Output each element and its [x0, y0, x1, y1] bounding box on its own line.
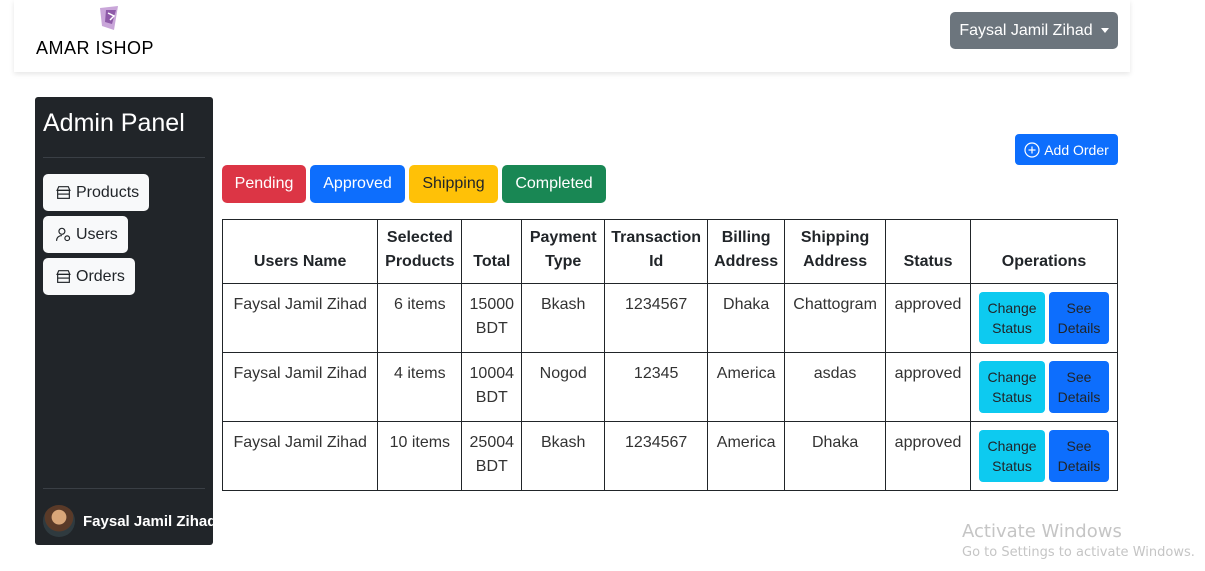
cell-operations: Change Status See Details	[970, 421, 1118, 491]
user-gear-icon	[56, 227, 71, 242]
column-header: Status	[885, 219, 971, 284]
column-header: Users Name	[221, 219, 379, 284]
cell-transaction: 12345	[604, 352, 709, 422]
see-details-button[interactable]: See Details	[1049, 430, 1109, 482]
cell-products: 10 items	[377, 421, 463, 491]
filter-approved-button[interactable]: Approved	[310, 165, 405, 203]
cell-payment: Nogod	[521, 352, 606, 422]
brand[interactable]: AMAR ISHOP	[36, 4, 156, 64]
column-header: Shipping Address	[784, 219, 887, 284]
cell-billing: America	[707, 352, 786, 422]
column-header: Payment Type	[521, 219, 606, 284]
cell-shipping: Dhaka	[784, 421, 887, 491]
column-header: Selected Products	[377, 219, 463, 284]
sidebar-divider	[43, 488, 205, 489]
cell-total: 10004 BDT	[461, 352, 523, 422]
activate-windows-watermark: Activate Windows Go to Settings to activ…	[962, 521, 1195, 560]
cell-payment: Bkash	[521, 421, 606, 491]
store-icon	[56, 270, 71, 283]
column-header: Billing Address	[707, 219, 786, 284]
sidebar-user-profile[interactable]: Faysal Jamil Zihad	[43, 505, 213, 537]
change-status-button[interactable]: Change Status	[979, 292, 1045, 344]
plus-circle-icon	[1024, 141, 1040, 158]
watermark-subtitle: Go to Settings to activate Windows.	[962, 545, 1195, 560]
cell-status: approved	[885, 421, 971, 491]
column-header: Operations	[970, 219, 1118, 284]
cell-operations: Change Status See Details	[970, 283, 1118, 353]
watermark-title: Activate Windows	[962, 521, 1122, 542]
sidebar-item-products[interactable]: Products	[43, 174, 150, 211]
see-details-button[interactable]: See Details	[1049, 361, 1109, 413]
cell-products: 4 items	[377, 352, 463, 422]
cell-user: Faysal Jamil Zihad	[221, 421, 379, 491]
user-dropdown-label: Faysal Jamil Zihad	[959, 21, 1093, 39]
sidebar-item-orders[interactable]: Orders	[43, 258, 135, 295]
column-header: Total	[461, 219, 523, 284]
cell-total: 25004 BDT	[461, 421, 523, 491]
column-header: Transaction Id	[604, 219, 709, 284]
brand-name: AMAR ISHOP	[36, 38, 155, 58]
table-row: Faysal Jamil Zihad 4 items 10004 BDT Nog…	[221, 352, 1118, 422]
cell-user: Faysal Jamil Zihad	[221, 283, 379, 353]
cell-status: approved	[885, 352, 971, 422]
admin-sidebar: Admin Panel Products Users Orders Faysal…	[35, 97, 213, 545]
sidebar-title: Admin Panel	[43, 109, 185, 137]
cell-payment: Bkash	[521, 283, 606, 353]
cell-billing: America	[707, 421, 786, 491]
avatar	[43, 505, 75, 537]
table-row: Faysal Jamil Zihad 6 items 15000 BDT Bka…	[221, 283, 1118, 353]
filter-pending-button[interactable]: Pending	[222, 165, 306, 203]
cell-products: 6 items	[377, 283, 463, 353]
cell-transaction: 1234567	[604, 421, 709, 491]
orders-table: Users Name Selected Products Total Payme…	[221, 219, 1118, 491]
sidebar-item-label: Users	[76, 225, 118, 243]
filter-shipping-button[interactable]: Shipping	[409, 165, 498, 203]
change-status-button[interactable]: Change Status	[979, 430, 1045, 482]
filter-label: Approved	[323, 175, 392, 192]
cell-user: Faysal Jamil Zihad	[221, 352, 379, 422]
cell-status: approved	[885, 283, 971, 353]
cell-billing: Dhaka	[707, 283, 786, 353]
cell-shipping: asdas	[784, 352, 887, 422]
cell-shipping: Chattogram	[784, 283, 887, 353]
user-dropdown-button[interactable]: Faysal Jamil Zihad	[950, 12, 1118, 49]
sidebar-divider	[43, 157, 205, 158]
change-status-button[interactable]: Change Status	[979, 361, 1045, 413]
filter-completed-button[interactable]: Completed	[502, 165, 606, 203]
top-navbar: AMAR ISHOP Faysal Jamil Zihad	[14, 0, 1130, 72]
see-details-button[interactable]: See Details	[1049, 292, 1109, 344]
table-header-row: Users Name Selected Products Total Payme…	[221, 219, 1118, 284]
caret-down-icon	[1100, 28, 1109, 33]
sidebar-item-label: Orders	[76, 267, 125, 285]
sidebar-item-label: Products	[76, 183, 140, 201]
sidebar-item-users[interactable]: Users	[43, 216, 128, 253]
add-order-label: Add Order	[1044, 141, 1109, 158]
shop-logo-icon	[100, 6, 118, 30]
filter-label: Completed	[515, 175, 593, 192]
cell-operations: Change Status See Details	[970, 352, 1118, 422]
table-row: Faysal Jamil Zihad 10 items 25004 BDT Bk…	[221, 421, 1118, 491]
cell-transaction: 1234567	[604, 283, 709, 353]
add-order-button[interactable]: Add Order	[1015, 134, 1118, 165]
store-icon	[56, 186, 71, 199]
sidebar-user-name: Faysal Jamil Zihad	[83, 512, 213, 530]
filter-label: Shipping	[422, 175, 485, 192]
cell-total: 15000 BDT	[461, 283, 523, 353]
filter-label: Pending	[234, 175, 294, 192]
